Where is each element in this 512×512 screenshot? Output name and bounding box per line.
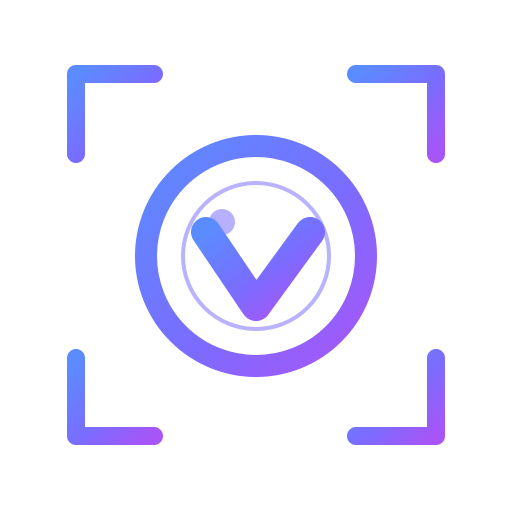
scan-viewfinder-v-logo-icon [67, 65, 445, 445]
corner-bottom-right-icon [347, 349, 445, 445]
corner-top-left-icon [67, 65, 163, 163]
v-letter-icon [191, 217, 325, 321]
corner-bottom-left-icon [67, 349, 163, 445]
app-icon [0, 0, 512, 512]
outer-ring-icon [135, 135, 377, 377]
corner-top-right-icon [347, 65, 445, 163]
